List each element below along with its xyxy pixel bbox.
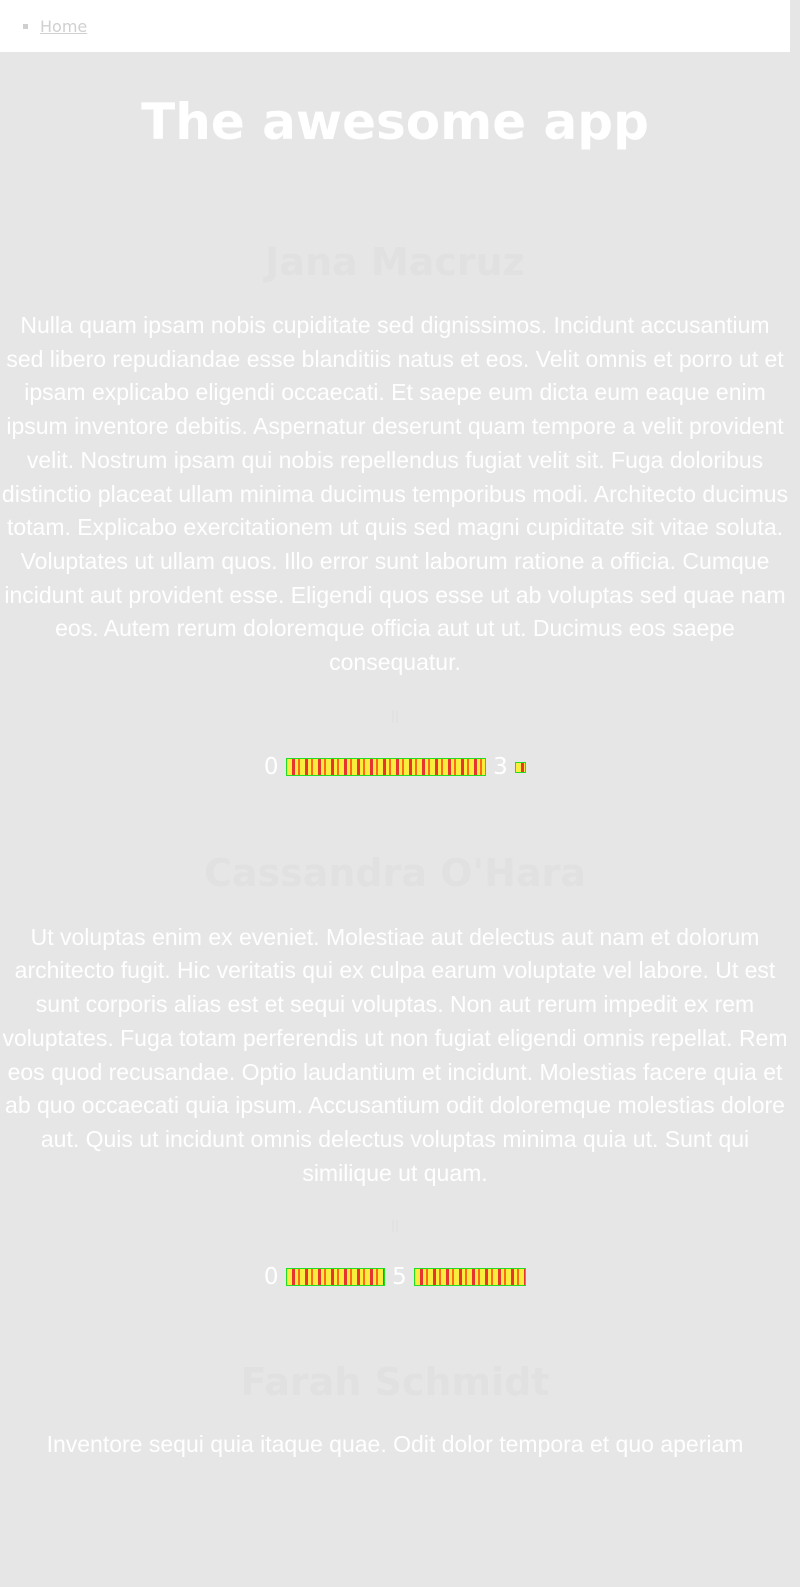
section-2-rate-mid: 5 [392, 1263, 407, 1290]
section-2-name: Cassandra O'Hara [203, 850, 587, 895]
section-1-rating-bar: 0 3 [0, 755, 790, 779]
section-1-captcha-image-b [515, 761, 527, 773]
section-1-name: Jana Macruz [265, 240, 525, 284]
top-nav: Home [0, 0, 790, 52]
section-2-rating-bar: 0 5 [0, 1263, 790, 1290]
section-1-captcha-image-a [285, 758, 486, 777]
home-link[interactable]: Home [40, 17, 87, 36]
section-2-separator: || [390, 1218, 400, 1233]
section-2-captcha-image-a [285, 1267, 385, 1286]
page-title: The awesome app [141, 93, 649, 151]
section-2-captcha-image-b [414, 1267, 527, 1286]
section-2-rate-left: 0 [263, 1263, 279, 1290]
section-1-rate-left: 0 [263, 754, 279, 781]
section-3-name: Farah Schmidt [240, 1360, 550, 1405]
section-1-text: Nulla quam ipsam nobis cupiditate sed di… [1, 312, 789, 676]
section-2-text: Ut voluptas enim ex eveniet. Molestiae a… [2, 923, 788, 1186]
nav-list: Home [0, 0, 790, 54]
main-content: The awesome app Jana Macruz Nulla quam i… [0, 52, 790, 1462]
section-1-separator: || [390, 708, 400, 723]
section-3-text: Inventore sequi quia itaque quae. Odit d… [46, 1431, 744, 1458]
nav-item-home: Home [40, 0, 790, 54]
section-1-rate-mid: 3 [493, 754, 508, 781]
